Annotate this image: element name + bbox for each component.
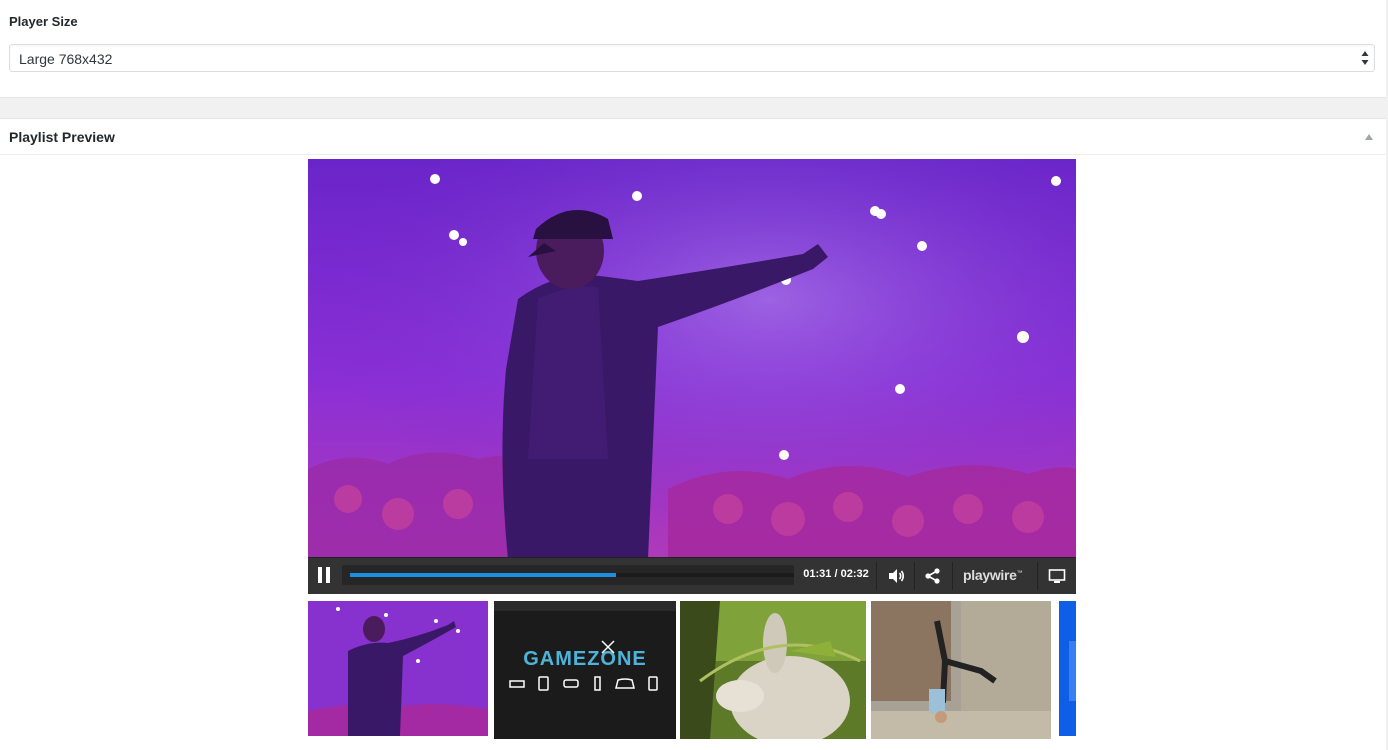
- progress-fill: [350, 573, 617, 577]
- playlist-preview-header[interactable]: Playlist Preview: [0, 119, 1386, 155]
- video-player[interactable]: 01:31 / 02:32 playwire™: [308, 159, 1076, 594]
- player-size-select[interactable]: Large 768x432: [9, 44, 1375, 72]
- player-size-label: Player Size: [9, 14, 78, 29]
- progress-rail: [350, 573, 794, 577]
- player-size-panel: Player Size Large 768x432: [0, 0, 1386, 98]
- time-readout: 01:31 / 02:32: [803, 568, 869, 580]
- player-control-bar: 01:31 / 02:32 playwire™: [308, 557, 1076, 594]
- progress-bar[interactable]: [342, 565, 794, 585]
- pause-icon[interactable]: [318, 567, 332, 585]
- triangle-up-icon[interactable]: [1364, 133, 1374, 141]
- control-divider: [1037, 562, 1038, 590]
- control-divider: [914, 562, 915, 590]
- playlist-preview-title: Playlist Preview: [9, 129, 115, 145]
- volume-icon[interactable]: [887, 567, 905, 585]
- playlist-thumb-gamezone[interactable]: GAMEZONE: [494, 601, 676, 739]
- gamezone-logo-text: GAMEZONE: [523, 648, 647, 670]
- player-size-selected-value: Large 768x432: [19, 51, 113, 67]
- screen-icon[interactable]: [1048, 567, 1066, 585]
- playwire-brand-logo[interactable]: playwire™: [963, 567, 1023, 583]
- playlist-thumb-animation[interactable]: [680, 601, 866, 739]
- select-arrows-icon: [1361, 51, 1369, 65]
- playlist-thumb-dance[interactable]: [871, 601, 1051, 739]
- playlist-thumb-concert[interactable]: [308, 601, 488, 736]
- playlist-thumb-blue[interactable]: [1059, 601, 1076, 736]
- control-divider: [952, 562, 953, 590]
- share-icon[interactable]: [924, 567, 942, 585]
- playlist-preview-panel: Playlist Preview 01:31 / 02:32 playwire™…: [0, 118, 1386, 750]
- brand-name: playwire: [963, 567, 1017, 583]
- playlist-thumbnails: GAMEZONE: [308, 601, 1076, 743]
- control-divider: [876, 562, 877, 590]
- video-frame[interactable]: [308, 159, 1076, 559]
- brand-trademark: ™: [1016, 570, 1023, 577]
